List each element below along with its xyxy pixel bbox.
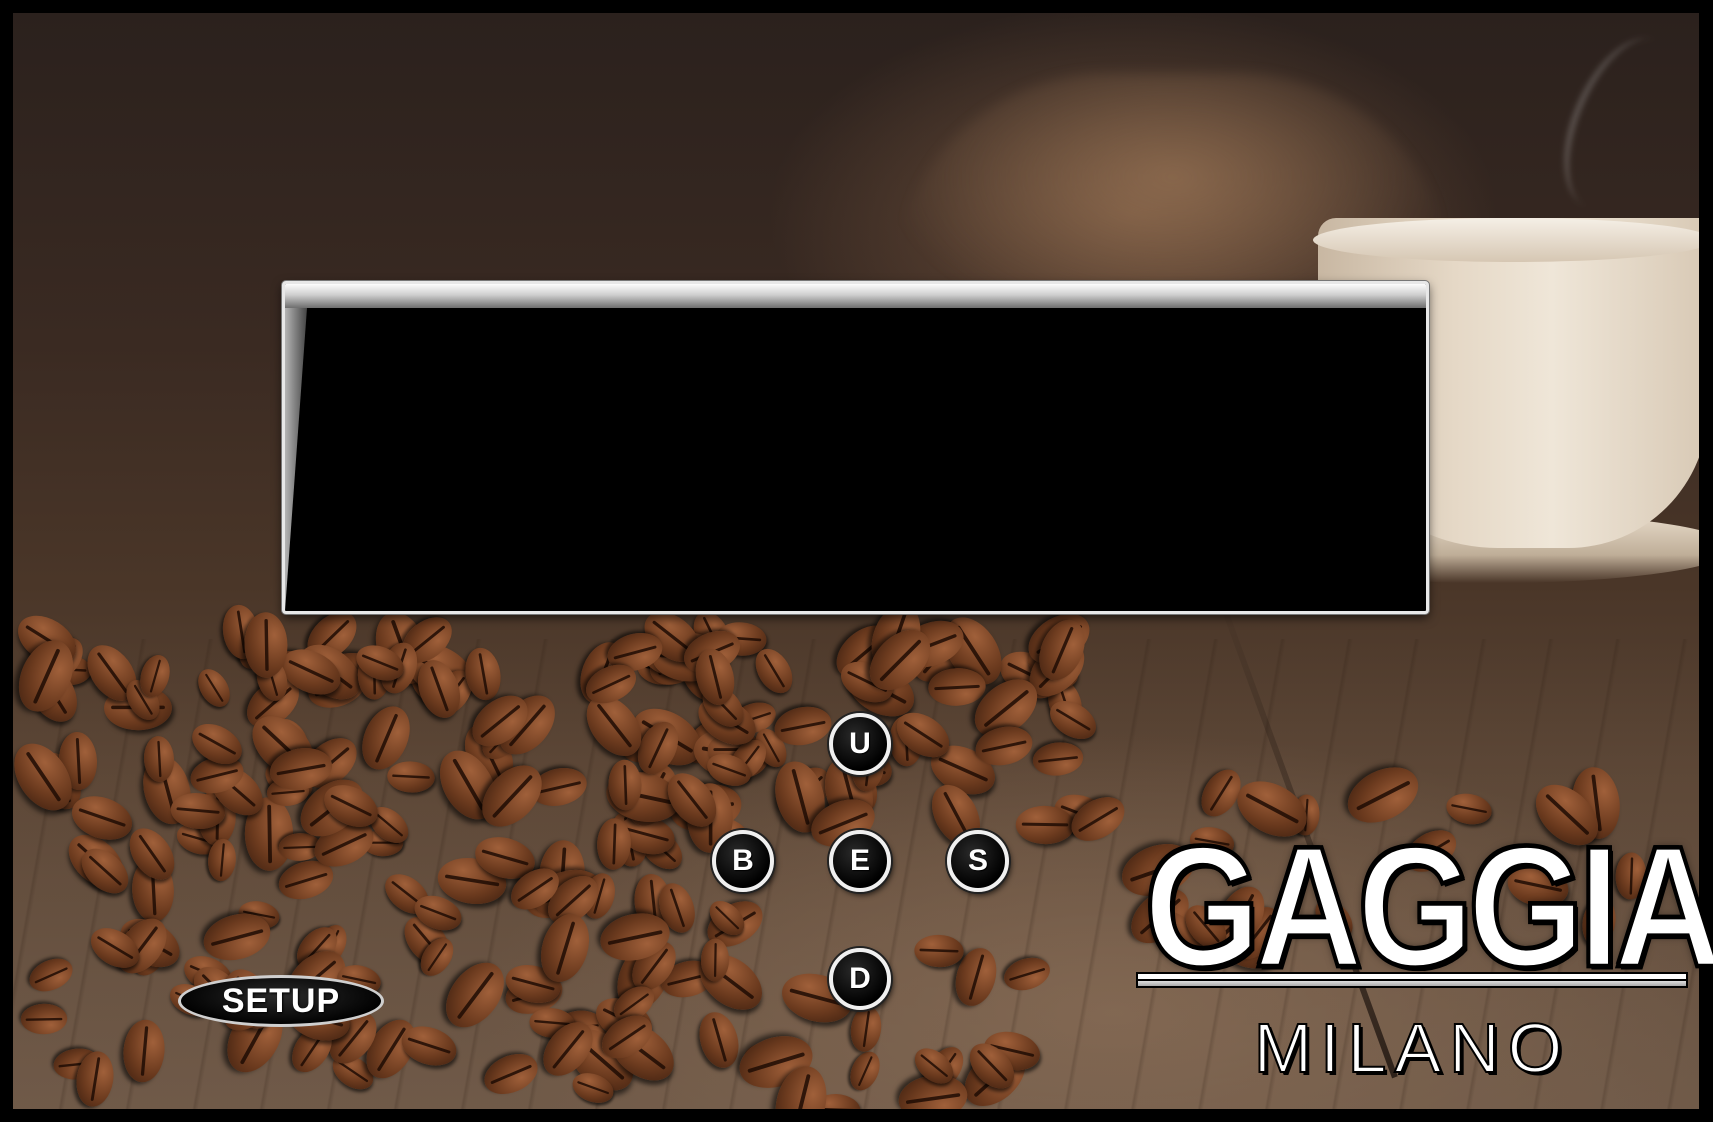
select-button[interactable]: S — [947, 830, 1009, 892]
enter-button[interactable]: E — [829, 830, 891, 892]
setup-button[interactable]: SETUP — [178, 975, 384, 1027]
coffee-cup-rim — [1313, 218, 1699, 262]
logo-underline — [1136, 972, 1688, 988]
window-frame: U B E S D SETUP GAGGIA MILANO — [0, 0, 1713, 1122]
lcd-display — [282, 281, 1429, 614]
up-button[interactable]: U — [829, 713, 891, 775]
logo-subtitle: MILANO — [1253, 1008, 1571, 1088]
gaggia-logo: GAGGIA MILANO — [1132, 809, 1713, 1090]
logo-brand-text: GAGGIA — [1142, 809, 1713, 1003]
display-text — [325, 324, 1406, 591]
back-button[interactable]: B — [712, 830, 774, 892]
down-button[interactable]: D — [829, 948, 891, 1010]
steam-image — [1545, 22, 1697, 224]
